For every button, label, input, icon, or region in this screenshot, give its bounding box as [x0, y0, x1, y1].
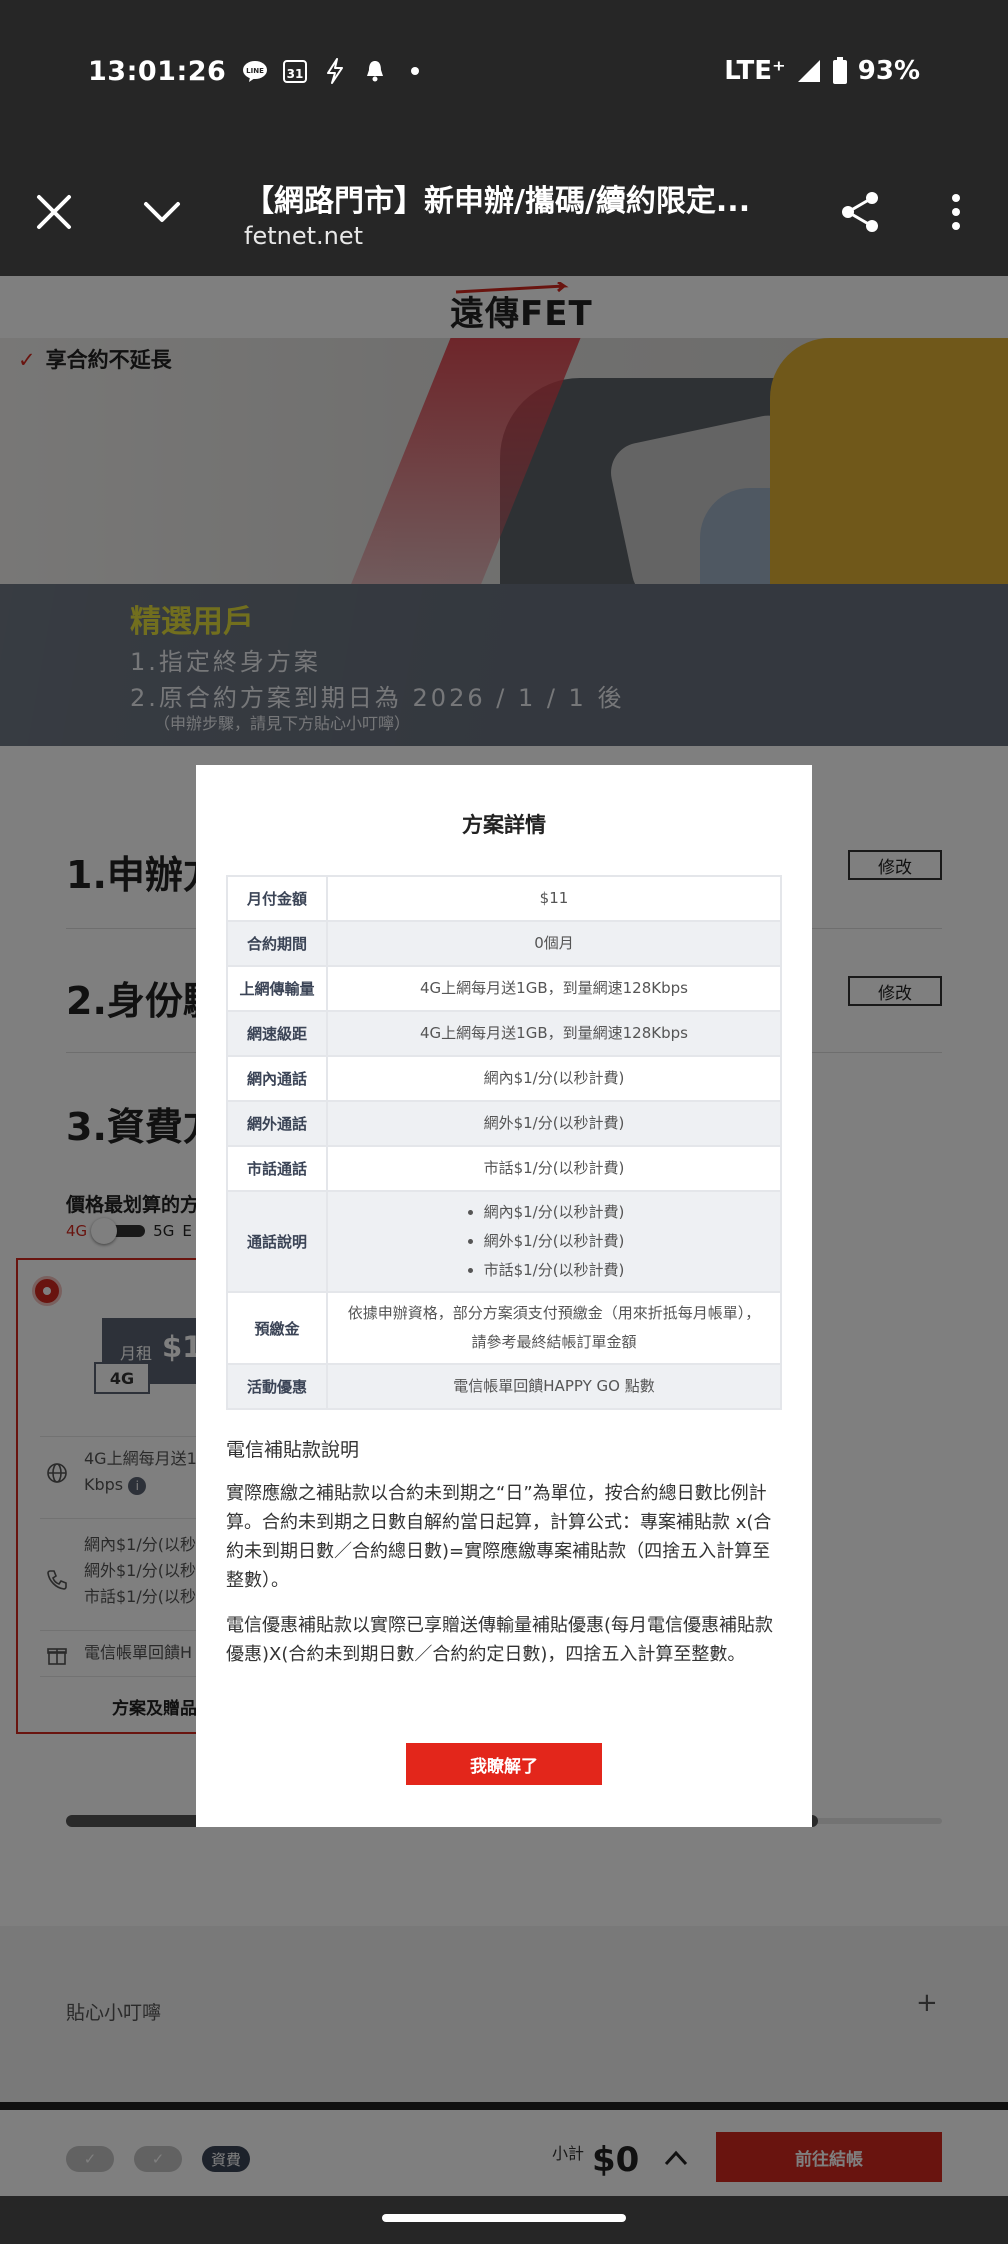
row-value: 電信帳單回饋HAPPY GO 點數 [326, 1363, 782, 1410]
network-type: LTE⁺ [724, 56, 786, 86]
table-row: 網內通話 網內$1/分(以秒計費) [226, 1055, 782, 1102]
calendar-icon: 31 [282, 58, 308, 84]
plan-details-modal: 方案詳情 月付金額 $11 合約期間 0個月 上網傳輸量 4G上網每月送1GB，到量網… [196, 765, 812, 1827]
flash-icon [322, 58, 348, 84]
table-row: 市話通話 市話$1/分(以秒計費) [226, 1145, 782, 1192]
table-row: 合約期間 0個月 [226, 920, 782, 967]
row-key: 上網傳輸量 [226, 965, 328, 1012]
row-key: 網內通話 [226, 1055, 328, 1102]
table-row: 網速級距 4G上網每月送1GB，到量網速128Kbps [226, 1010, 782, 1057]
line-icon: LINE [242, 58, 268, 84]
row-key: 通話說明 [226, 1190, 328, 1293]
share-icon[interactable] [836, 188, 884, 236]
row-key: 預繳金 [226, 1291, 328, 1365]
page-url: fetnet.net [244, 222, 364, 250]
subsidy-heading: 電信補貼款說明 [226, 1439, 360, 1461]
table-row: 上網傳輸量 4G上網每月送1GB，到量網速128Kbps [226, 965, 782, 1012]
battery-percent: 93% [857, 56, 920, 86]
system-nav-bar-bottom [0, 2196, 1008, 2244]
browser-toolbar: 【網路門市】新申辦/攜碼/續約限定... fetnet.net [0, 150, 1008, 276]
page-title: 【網路門市】新申辦/攜碼/續約限定... [244, 184, 751, 219]
row-key: 網外通話 [226, 1100, 328, 1147]
bell-icon [362, 58, 388, 84]
list-item: 市話$1/分(以秒計費) [484, 1256, 625, 1285]
row-value: 網外$1/分(以秒計費) [326, 1100, 782, 1147]
svg-text:LINE: LINE [246, 67, 264, 75]
list-item: 網內$1/分(以秒計費) [484, 1198, 625, 1227]
status-time: 13:01:26 [88, 56, 227, 87]
status-notification-icons: LINE 31 [242, 58, 428, 84]
row-value: 市話$1/分(以秒計費) [326, 1145, 782, 1192]
row-value: 4G上網每月送1GB，到量網速128Kbps [326, 965, 782, 1012]
table-row: 通話說明 網內$1/分(以秒計費) 網外$1/分(以秒計費) 市話$1/分(以秒… [226, 1190, 782, 1293]
more-menu-icon[interactable] [932, 188, 980, 236]
row-key: 合約期間 [226, 920, 328, 967]
status-right: LTE⁺ 93% [724, 56, 920, 86]
table-row: 網外通話 網外$1/分(以秒計費) [226, 1100, 782, 1147]
row-key: 活動優惠 [226, 1363, 328, 1410]
subsidy-paragraph-2: 電信優惠補貼款以實際已享贈送傳輸量補貼優惠(每月電信優惠補貼款優惠)X(合約未到… [226, 1615, 774, 1665]
calendar-day: 31 [287, 67, 304, 81]
dot-icon [402, 58, 428, 84]
row-value: 0個月 [326, 920, 782, 967]
modal-title: 方案詳情 [462, 813, 546, 837]
table-row: 活動優惠 電信帳單回饋HAPPY GO 點數 [226, 1363, 782, 1410]
battery-icon [832, 57, 847, 84]
list-item: 網外$1/分(以秒計費) [484, 1227, 625, 1256]
row-key: 月付金額 [226, 875, 328, 922]
chevron-down-icon[interactable] [138, 188, 186, 236]
row-value: 網內$1/分(以秒計費) 網外$1/分(以秒計費) 市話$1/分(以秒計費) [326, 1190, 782, 1293]
signal-icon [797, 60, 820, 82]
plan-details-table: 月付金額 $11 合約期間 0個月 上網傳輸量 4G上網每月送1GB，到量網速128K… [226, 875, 782, 1410]
call-notes-list: 網內$1/分(以秒計費) 網外$1/分(以秒計費) 市話$1/分(以秒計費) [484, 1198, 625, 1285]
row-key: 市話通話 [226, 1145, 328, 1192]
table-row: 月付金額 $11 [226, 875, 782, 922]
row-value: $11 [326, 875, 782, 922]
status-bar: 13:01:26 LINE 31 LTE⁺ 93% [0, 0, 1008, 150]
confirm-button[interactable]: 我瞭解了 [406, 1743, 602, 1785]
table-row: 預繳金 依據申辦資格，部分方案須支付預繳金（用來折抵每月帳單），請參考最終結帳訂單… [226, 1291, 782, 1365]
row-value: 依據申辦資格，部分方案須支付預繳金（用來折抵每月帳單），請參考最終結帳訂單金額 [326, 1291, 782, 1365]
subsidy-paragraph-1: 實際應繳之補貼款以合約未到期之“日”為單位，按合約總日數比例計算。合約未到期之日… [226, 1483, 772, 1591]
home-handle[interactable] [382, 2214, 626, 2222]
row-value: 網內$1/分(以秒計費) [326, 1055, 782, 1102]
close-icon[interactable] [30, 188, 78, 236]
row-value: 4G上網每月送1GB，到量網速128Kbps [326, 1010, 782, 1057]
row-key: 網速級距 [226, 1010, 328, 1057]
